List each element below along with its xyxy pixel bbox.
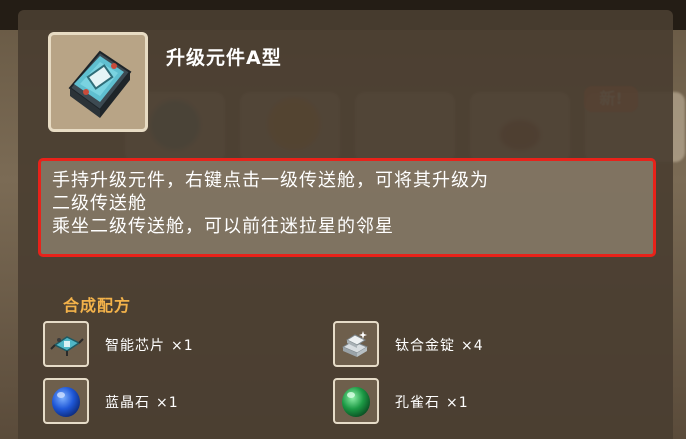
material-label: 钛合金锭 ×4 (395, 335, 484, 355)
material-count: ×1 (446, 395, 469, 411)
material-name: 智能芯片 (105, 338, 165, 354)
item-description-box: 手持升级元件，右键点击一级传送舱，可将其升级为 二级传送舱 乘坐二级传送舱，可以… (38, 158, 656, 257)
malachite-icon (342, 387, 370, 417)
recipe-title: 合成配方 (63, 296, 132, 315)
description-line: 乘坐二级传送舱，可以前往迷拉星的邻星 (52, 216, 394, 237)
description-line: 二级传送舱 (52, 193, 147, 214)
material-label: 孔雀石 ×1 (395, 392, 469, 412)
smart-chip-icon (50, 336, 84, 356)
recipe-material: 蓝晶石 ×1 (43, 378, 303, 424)
description-line: 手持升级元件，右键点击一级传送舱，可将其升级为 (52, 170, 489, 191)
item-title: 升级元件A型 (166, 47, 282, 69)
upgrade-component-icon (68, 50, 132, 118)
material-count: ×4 (461, 338, 484, 354)
material-name: 孔雀石 (395, 395, 440, 411)
blue-crystal-icon (52, 387, 80, 417)
material-name: 蓝晶石 (105, 395, 150, 411)
material-icon-frame (43, 378, 89, 424)
material-name: 钛合金锭 (395, 338, 455, 354)
item-tooltip-panel: 升级元件A型 手持升级元件，右键点击一级传送舱，可将其升级为 二级传送舱 乘坐二… (18, 10, 673, 439)
material-label: 智能芯片 ×1 (105, 335, 194, 355)
recipe-material: 孔雀石 ×1 (333, 378, 593, 424)
item-icon-frame (48, 32, 148, 132)
recipe-material: 钛合金锭 ×4 (333, 321, 593, 367)
titanium-ingot-icon (341, 331, 369, 357)
recipe-material: 智能芯片 ×1 (43, 321, 303, 367)
material-count: ×1 (156, 395, 179, 411)
material-count: ×1 (171, 338, 194, 354)
material-icon-frame (333, 321, 379, 367)
material-label: 蓝晶石 ×1 (105, 392, 179, 412)
material-icon-frame (333, 378, 379, 424)
material-icon-frame (43, 321, 89, 367)
